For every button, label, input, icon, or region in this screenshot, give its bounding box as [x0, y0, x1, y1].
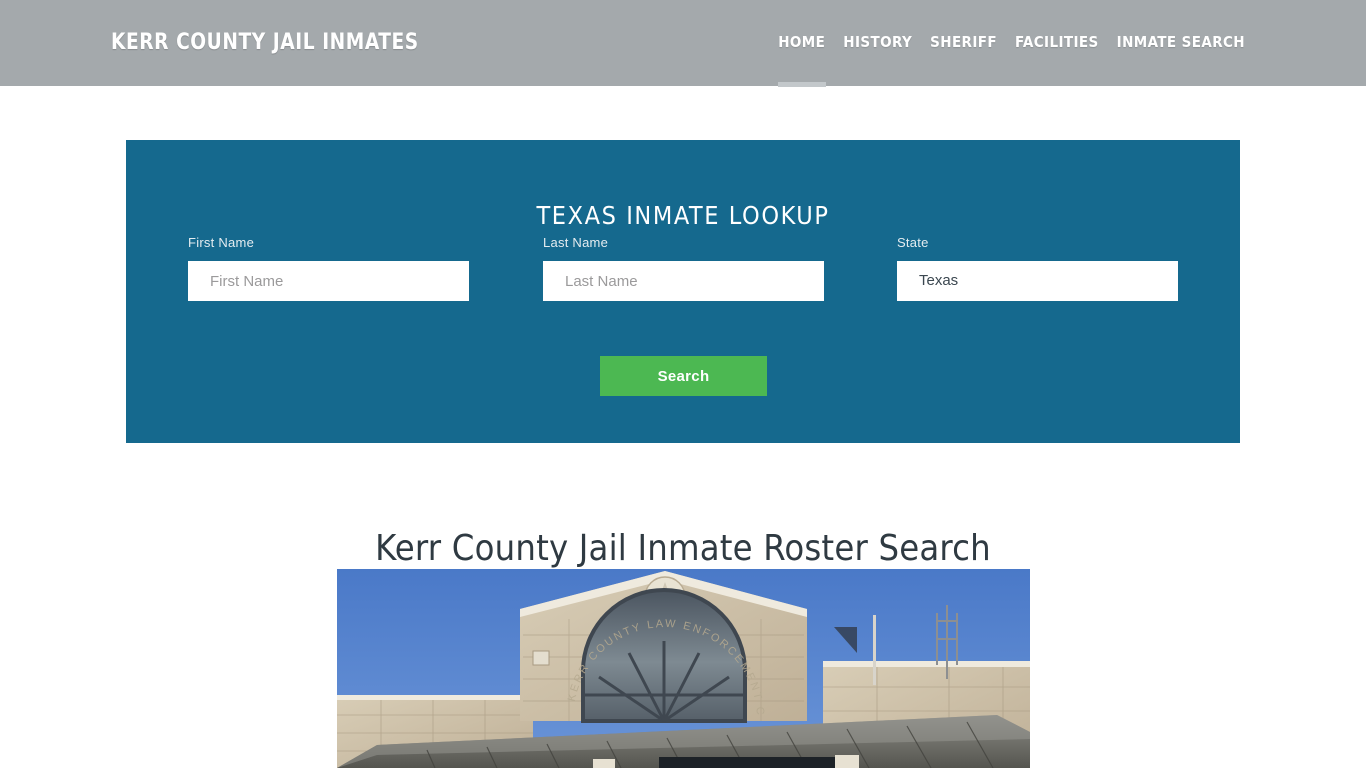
first-name-label: First Name [188, 235, 255, 250]
first-name-input[interactable] [188, 261, 469, 301]
nav-active-indicator [777, 82, 826, 87]
last-name-input[interactable] [543, 261, 824, 301]
last-name-field-group: Last Name [543, 235, 824, 301]
nav-item-sheriff-label: SHERIFF [930, 33, 998, 51]
last-name-label: Last Name [543, 235, 609, 250]
inmate-lookup-panel: TEXAS INMATE LOOKUP First Name Last Name… [126, 140, 1240, 443]
facility-photo: KERR COUNTY LAW ENFORCEMENT CENTER [337, 569, 1030, 768]
site-logo[interactable]: KERR COUNTY JAIL INMATES [111, 30, 419, 55]
lookup-title: TEXAS INMATE LOOKUP [536, 200, 830, 230]
search-button[interactable]: Search [600, 356, 767, 396]
state-label: State [897, 235, 929, 250]
nav-item-history-label: HISTORY [843, 33, 913, 51]
facility-photo-image: KERR COUNTY LAW ENFORCEMENT CENTER [337, 569, 1030, 768]
nav-item-home-label: HOME [778, 33, 826, 51]
site-header: KERR COUNTY JAIL INMATES HOME HISTORY SH… [0, 0, 1366, 87]
nav-item-inmate-search[interactable]: INMATE SEARCH [1108, 33, 1254, 51]
main-navigation: HOME HISTORY SHERIFF FACILITIES INMATE S… [769, 33, 1254, 87]
nav-item-facilities-label: FACILITIES [1015, 33, 1099, 51]
lookup-field-row: First Name Last Name State Texas [126, 235, 1240, 315]
state-field-group: State Texas [897, 235, 1178, 301]
page-title: Kerr County Jail Inmate Roster Search [375, 528, 991, 570]
nav-item-sheriff[interactable]: SHERIFF [921, 33, 1006, 51]
state-select[interactable]: Texas [897, 261, 1178, 301]
first-name-field-group: First Name [188, 235, 469, 301]
nav-item-facilities[interactable]: FACILITIES [1006, 33, 1108, 51]
nav-item-home[interactable]: HOME [769, 33, 834, 87]
nav-item-history[interactable]: HISTORY [834, 33, 921, 51]
nav-item-inmate-search-label: INMATE SEARCH [1116, 33, 1245, 51]
